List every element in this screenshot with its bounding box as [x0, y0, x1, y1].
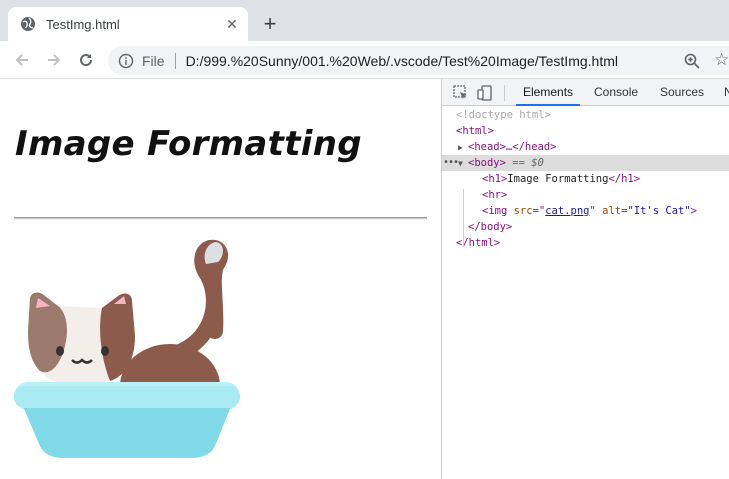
- reload-icon: [80, 54, 93, 67]
- back-arrow-icon: [15, 54, 28, 66]
- info-icon[interactable]: [118, 53, 134, 69]
- dom-h1[interactable]: <h1>Image Formatting</h1>: [442, 171, 729, 187]
- page-viewport: Image Formatting: [0, 79, 441, 479]
- collapse-arrow-icon[interactable]: ▼: [458, 156, 468, 172]
- toolbar-divider: [504, 85, 505, 101]
- device-toolbar-icon[interactable]: [476, 84, 494, 102]
- page-heading: Image Formatting: [15, 124, 362, 164]
- bookmark-star-icon[interactable]: ☆: [714, 50, 729, 70]
- tab-sources[interactable]: Sources: [660, 79, 704, 106]
- dom-hr[interactable]: <hr>: [442, 187, 729, 203]
- browser-tab[interactable]: TestImg.html ✕: [8, 7, 248, 41]
- more-dots-icon[interactable]: •••: [443, 155, 459, 171]
- dom-body-open[interactable]: ••• ▼ <body> == $0: [442, 155, 729, 171]
- src-link[interactable]: cat.png: [545, 205, 589, 217]
- dom-head[interactable]: ▶ <head>…</head>: [442, 139, 729, 155]
- cat-image: [14, 239, 240, 458]
- zoom-icon[interactable]: [683, 52, 701, 70]
- url-scheme: File: [142, 52, 165, 69]
- forward-arrow-icon: [48, 54, 61, 66]
- dom-body-close[interactable]: </body>: [442, 219, 729, 235]
- forward-button[interactable]: [42, 48, 66, 72]
- back-button[interactable]: [10, 48, 34, 72]
- reload-button[interactable]: [74, 48, 98, 72]
- tree-guide-line: [463, 189, 464, 247]
- expand-arrow-icon[interactable]: ▶: [458, 140, 468, 156]
- address-bar[interactable]: File D:/999.%20Sunny/001.%20Web/.vscode/…: [108, 46, 729, 75]
- dom-tree: <!doctype html> <html> ▶ <head>…</head> •…: [442, 107, 729, 251]
- browser-toolbar: File D:/999.%20Sunny/001.%20Web/.vscode/…: [0, 41, 729, 79]
- tab-network[interactable]: N: [724, 79, 729, 106]
- close-tab-icon[interactable]: ✕: [224, 16, 240, 32]
- dom-html-close[interactable]: </html>: [442, 235, 729, 251]
- devtools-panel: Elements Console Sources N <!doctype htm…: [441, 79, 729, 479]
- tab-elements[interactable]: Elements: [516, 79, 581, 106]
- globe-icon: [20, 16, 36, 32]
- tab-strip: TestImg.html ✕ +: [0, 0, 729, 41]
- horizontal-rule: [14, 217, 427, 220]
- url-separator: [174, 52, 176, 69]
- inspect-element-icon[interactable]: [452, 84, 470, 102]
- dom-html-open[interactable]: <html>: [442, 123, 729, 139]
- url-text[interactable]: D:/999.%20Sunny/001.%20Web/.vscode/Test%…: [186, 53, 618, 69]
- tab-title: TestImg.html: [46, 16, 120, 32]
- tab-console[interactable]: Console: [594, 79, 638, 106]
- dom-img[interactable]: <img src="cat.png" alt="It's Cat">: [442, 203, 729, 219]
- new-tab-button[interactable]: +: [258, 12, 282, 36]
- dom-doctype[interactable]: <!doctype html>: [442, 107, 729, 123]
- devtools-tabbar: Elements Console Sources N: [442, 79, 729, 106]
